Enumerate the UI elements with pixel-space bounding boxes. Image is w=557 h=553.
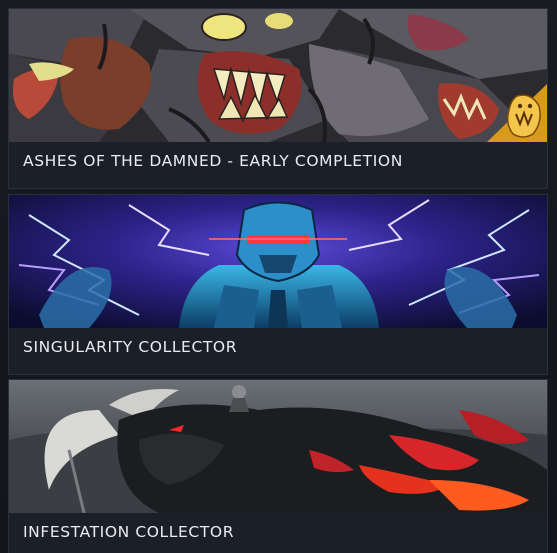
collection-card-singularity[interactable]: SINGULARITY COLLECTOR bbox=[8, 194, 548, 375]
card-title: ASHES OF THE DAMNED - EARLY COMPLETION bbox=[23, 152, 403, 170]
card-title: SINGULARITY COLLECTOR bbox=[23, 338, 238, 356]
card-title: INFESTATION COLLECTOR bbox=[23, 523, 235, 541]
horned-beast-art bbox=[9, 380, 547, 513]
collection-card-ashes-of-the-damned[interactable]: ASHES OF THE DAMNED - EARLY COMPLETION bbox=[8, 8, 548, 189]
demon-horde-art bbox=[9, 9, 547, 142]
collection-card-list: ASHES OF THE DAMNED - EARLY COMPLETION S… bbox=[0, 0, 557, 553]
lightning-robot-art bbox=[9, 195, 547, 328]
collection-card-infestation[interactable]: INFESTATION COLLECTOR bbox=[8, 379, 548, 553]
gold-demon-badge-icon bbox=[487, 84, 547, 142]
